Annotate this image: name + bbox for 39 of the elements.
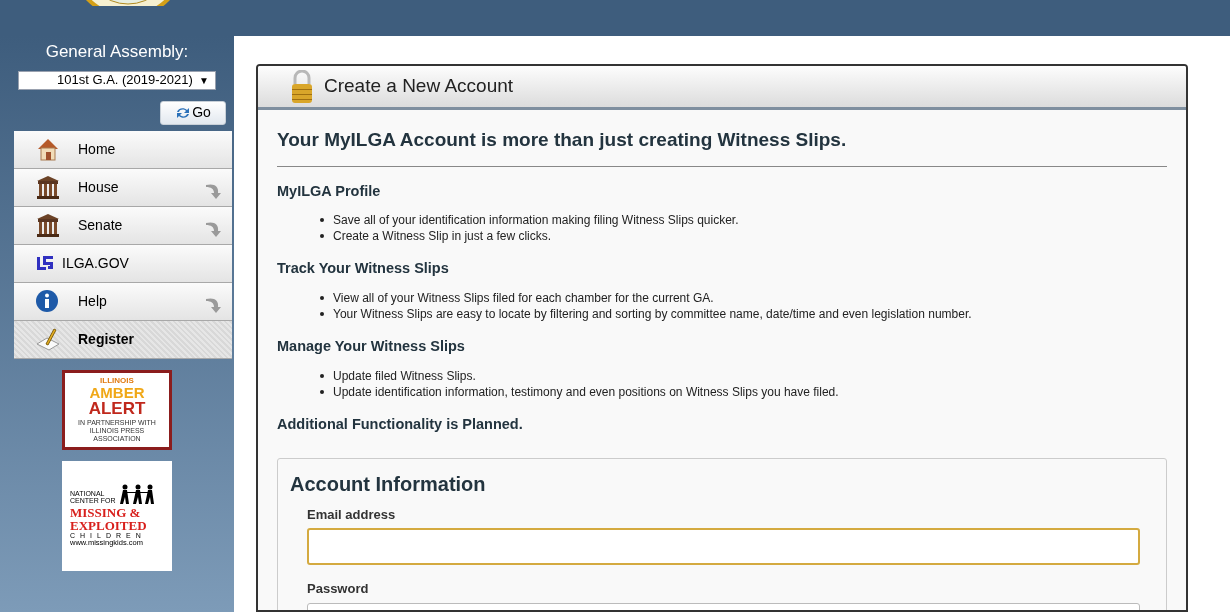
building-icon bbox=[35, 212, 61, 238]
assembly-label: General Assembly: bbox=[44, 41, 190, 63]
panel-title: Create a New Account bbox=[324, 74, 514, 99]
bullet-text: Create a Witness Slip in just a few clicks. bbox=[333, 228, 552, 245]
pencil-icon bbox=[35, 326, 61, 352]
building-icon bbox=[35, 174, 61, 200]
info-icon bbox=[35, 289, 59, 313]
bullet-text: Update filed Witness Slips. bbox=[333, 367, 476, 384]
assembly-select[interactable]: 101st G.A. (2019-2021) ▼ bbox=[18, 70, 216, 90]
bullet-text: Update identification information, testimony and even positions on Witness Slips you have filed. bbox=[333, 383, 839, 400]
section-heading: Track Your Witness Slips bbox=[277, 259, 450, 279]
bullet-text: Your Witness Slips are easy to locate by filtering and sorting by committee name, date/time and even legislation number. bbox=[333, 306, 972, 322]
bullet-icon bbox=[320, 373, 324, 378]
nav-item[interactable]: Help bbox=[14, 282, 232, 321]
logo-icon bbox=[36, 254, 54, 272]
bullet-text: View all of your Witness Slips filed for each chamber for the current GA. bbox=[333, 290, 714, 306]
nav-item[interactable]: ILGA.GOV bbox=[14, 244, 232, 283]
nav-item[interactable]: House bbox=[14, 168, 232, 207]
section-heading: MyILGA Profile bbox=[277, 181, 382, 201]
section-heading: Additional Functionality is Planned. bbox=[277, 414, 524, 434]
intro-heading: Your MyILGA Account is more than just creating Witness Slips. bbox=[277, 126, 1167, 167]
bullet-icon bbox=[320, 218, 324, 223]
bullet-icon bbox=[320, 296, 324, 300]
section-heading: Manage Your Witness Slips bbox=[277, 337, 466, 356]
field-label: Email address bbox=[307, 505, 397, 524]
nav-item[interactable]: Home bbox=[14, 130, 232, 169]
nav-item[interactable]: Senate bbox=[14, 206, 232, 245]
field-label: Password bbox=[307, 580, 370, 598]
bullet-text: Save all of your identification information making filing Witness Slips quicker. bbox=[333, 212, 739, 229]
padlock-icon bbox=[290, 69, 314, 104]
bullet-icon bbox=[320, 389, 324, 394]
bullet-icon bbox=[320, 312, 324, 316]
dropdown-arrow-icon: ▼ bbox=[199, 72, 209, 88]
go-button[interactable]: Go bbox=[160, 100, 226, 125]
bullet-icon bbox=[320, 234, 324, 239]
form-title: Account Information bbox=[290, 471, 487, 497]
refresh-icon bbox=[175, 105, 192, 120]
nav-item[interactable]: Register bbox=[14, 320, 232, 359]
input-field[interactable] bbox=[307, 528, 1140, 565]
